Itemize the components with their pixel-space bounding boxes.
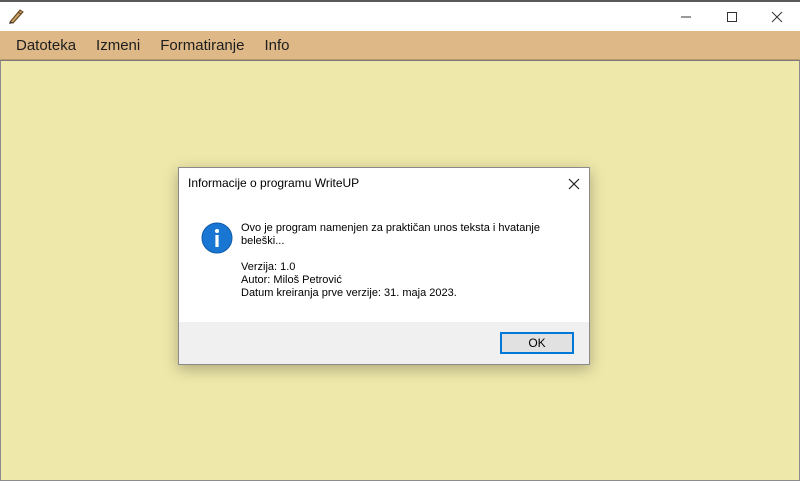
minimize-icon xyxy=(681,16,691,17)
title-bar xyxy=(0,2,800,31)
dialog-title: Informacije o programu WriteUP xyxy=(188,176,360,190)
menu-info[interactable]: Info xyxy=(254,31,299,60)
quill-pen-icon xyxy=(6,6,26,26)
dialog-message: Ovo je program namenjen za praktičan uno… xyxy=(241,222,581,300)
message-line-2: beleški... xyxy=(241,235,285,247)
menu-bar: Datoteka Izmeni Formatiranje Info xyxy=(0,31,800,60)
dialog-close-button[interactable] xyxy=(562,174,586,194)
close-window-button[interactable] xyxy=(754,2,800,31)
ok-button[interactable]: OK xyxy=(500,332,574,354)
message-spacer xyxy=(241,248,581,261)
about-dialog: Informacije o programu WriteUP Ovo je pr… xyxy=(178,167,590,365)
creation-date-text: Datum kreiranja prve verzije: 31. maja 2… xyxy=(241,287,457,299)
maximize-button[interactable] xyxy=(709,2,755,31)
menu-izmeni[interactable]: Izmeni xyxy=(86,31,150,60)
message-line-1: Ovo je program namenjen za praktičan uno… xyxy=(241,222,540,234)
maximize-icon xyxy=(727,11,737,22)
close-icon xyxy=(771,11,783,22)
author-text: Autor: Miloš Petrović xyxy=(241,274,342,286)
close-icon xyxy=(568,178,580,190)
menu-formatiranje[interactable]: Formatiranje xyxy=(150,31,254,60)
menu-datoteka[interactable]: Datoteka xyxy=(6,31,86,60)
minimize-button[interactable] xyxy=(663,2,709,31)
dialog-footer: OK xyxy=(179,322,589,364)
info-icon xyxy=(201,222,233,254)
version-text: Verzija: 1.0 xyxy=(241,261,296,273)
